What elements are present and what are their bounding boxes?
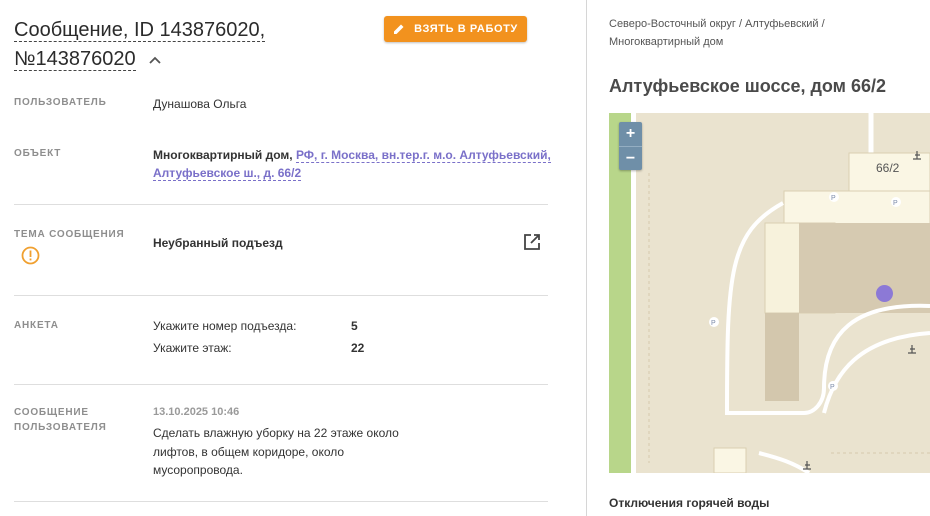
breadcrumb: Северо-Восточный округ / Алтуфьевский / … (609, 18, 825, 48)
warning-icon (21, 246, 40, 265)
message-text: Сделать влажную уборку на 22 этаже около… (153, 426, 399, 477)
topic-label: ТЕМА СООБЩЕНИЯ (14, 229, 125, 240)
svg-text:P: P (830, 384, 835, 391)
section-title: Отключения горячей воды (609, 496, 770, 510)
object-type: Многоквартирный дом, (153, 148, 293, 162)
page: Сообщение, ID 143876020, №143876020 ВЗЯТ… (0, 0, 930, 516)
location-panel: Северо-Восточный округ / Алтуфьевский / … (587, 0, 930, 516)
divider (14, 384, 548, 385)
chevron-up-icon[interactable] (147, 54, 163, 66)
divider (14, 204, 548, 205)
zoom-in-button[interactable]: + (619, 122, 642, 145)
message-timestamp: 13.10.2025 10:46 (153, 406, 240, 418)
object-label: ОБЪЕКТ (14, 148, 62, 159)
object-value: Многоквартирный дом, РФ, г. Москва, вн.т… (153, 146, 553, 182)
page-title: Сообщение, ID 143876020, №143876020 (14, 16, 374, 74)
address-title: Алтуфьевское шоссе, дом 66/2 (609, 76, 887, 96)
survey-question: Укажите номер подъезда: (153, 319, 297, 333)
title-text[interactable]: Сообщение, ID 143876020, №143876020 (14, 19, 266, 71)
divider (14, 501, 548, 502)
user-label: ПОЛЬЗОВАТЕЛЬ (14, 97, 107, 108)
zoom-controls: + − (619, 122, 642, 170)
survey-answer: 22 (351, 341, 365, 355)
svg-text:P: P (831, 195, 836, 202)
svg-text:P: P (893, 200, 898, 207)
survey-label: АНКЕТА (14, 320, 59, 331)
survey-question: Укажите этаж: (153, 341, 232, 355)
divider (14, 295, 548, 296)
location-marker[interactable] (876, 285, 893, 302)
survey-answer: 5 (351, 319, 358, 333)
building-label: 66/2 (876, 161, 900, 175)
message-panel: Сообщение, ID 143876020, №143876020 ВЗЯТ… (0, 0, 586, 516)
take-to-work-button[interactable]: ВЗЯТЬ В РАБОТУ (384, 16, 527, 42)
map[interactable]: P P P P 66/2 + − (609, 113, 930, 473)
pencil-icon (394, 24, 404, 34)
user-value: Дунашова Ольга (153, 97, 247, 111)
message-label: СООБЩЕНИЕ ПОЛЬЗОВАТЕЛЯ (14, 407, 107, 433)
topic-value: Неубранный подъезд (153, 236, 283, 250)
take-to-work-label: ВЗЯТЬ В РАБОТУ (414, 23, 518, 35)
svg-text:P: P (711, 320, 716, 327)
zoom-out-button[interactable]: − (619, 147, 642, 170)
external-link-icon[interactable] (523, 233, 541, 251)
